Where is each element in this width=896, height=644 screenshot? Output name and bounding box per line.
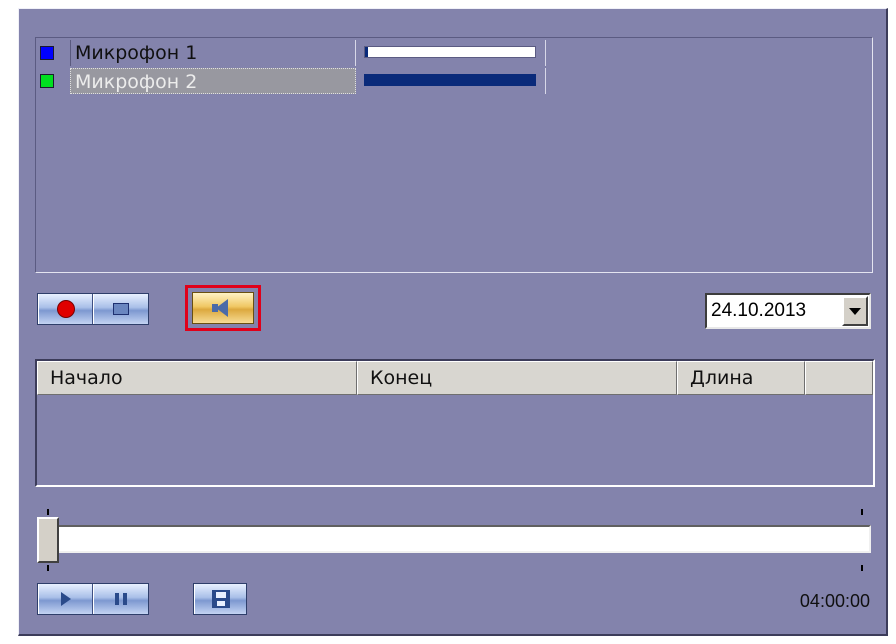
chevron-down-icon (849, 307, 861, 315)
microphone-list: Микрофон 1 Микрофон 2 (35, 37, 873, 273)
record-button[interactable] (38, 294, 94, 324)
audio-panel: Микрофон 1 Микрофон 2 24.10.2013 Начало … (18, 8, 888, 636)
date-dropdown-button[interactable] (842, 296, 868, 326)
column-header-end[interactable]: Конец (357, 361, 677, 395)
level-fill (365, 47, 369, 57)
sound-button[interactable] (192, 292, 254, 324)
sound-button-highlight (185, 285, 261, 331)
stop-icon (113, 303, 129, 315)
microphone-row-1[interactable]: Микрофон 1 (36, 40, 556, 66)
level-meter (364, 46, 536, 58)
column-header-extra[interactable] (805, 361, 873, 395)
stop-button[interactable] (93, 294, 148, 324)
record-controls (37, 293, 149, 325)
microphone-name: Микрофон 1 (70, 40, 356, 66)
play-icon (60, 592, 71, 606)
pause-icon (115, 593, 127, 605)
timeline-slider[interactable] (37, 525, 871, 553)
timeline-start-tick-bottom (47, 565, 49, 571)
timeline-end-tick (861, 509, 863, 515)
play-button[interactable] (38, 584, 94, 614)
timeline-end-tick-bottom (861, 565, 863, 571)
record-icon (56, 300, 75, 318)
table-header: Начало Конец Длина (37, 361, 873, 395)
save-button[interactable] (194, 584, 246, 614)
pause-button[interactable] (93, 584, 148, 614)
column-header-length[interactable]: Длина (677, 361, 805, 395)
microphone-name: Микрофон 2 (70, 68, 356, 94)
level-meter (364, 74, 536, 86)
microphone-color-swatch (40, 74, 54, 88)
recordings-table: Начало Конец Длина (35, 359, 875, 487)
save-icon (211, 590, 230, 608)
timeline-start-tick (47, 509, 49, 515)
level-fill (365, 75, 535, 85)
timeline-thumb[interactable] (37, 517, 59, 563)
date-value: 24.10.2013 (711, 300, 807, 321)
save-controls (193, 583, 247, 615)
date-picker[interactable]: 24.10.2013 (705, 293, 871, 329)
playback-controls (37, 583, 149, 615)
time-display: 04:00:00 (799, 591, 870, 611)
speaker-icon (212, 299, 234, 317)
microphone-level (356, 40, 546, 66)
microphone-row-2[interactable]: Микрофон 2 (36, 68, 556, 94)
microphone-color-swatch (40, 46, 54, 60)
column-header-start[interactable]: Начало (37, 361, 357, 395)
microphone-level (356, 68, 546, 94)
